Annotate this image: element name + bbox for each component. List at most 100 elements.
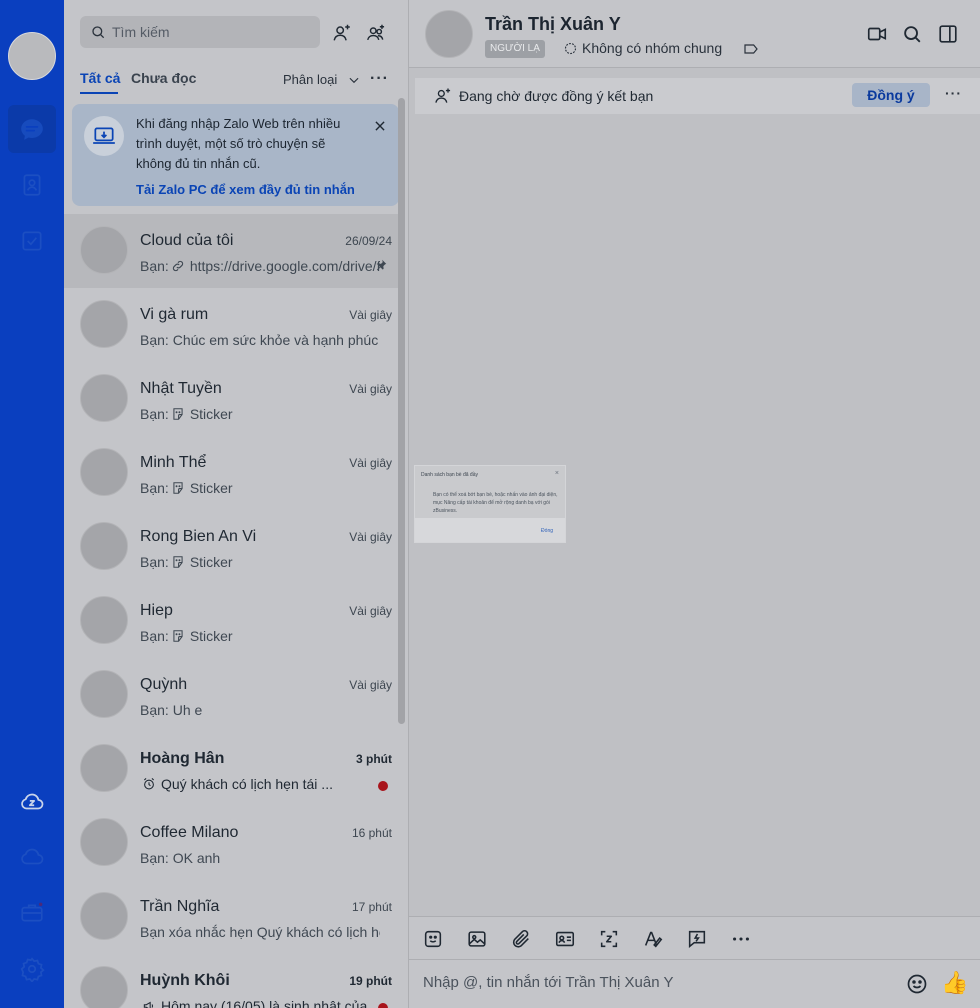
conversation-item[interactable]: Cloud của tôi 26/09/24 Bạn: https://driv… [64, 214, 400, 288]
preview-text: Bạn xóa nhắc hẹn Quý khách có lịch hẹn [140, 924, 380, 940]
conversation-scrollbar[interactable] [398, 98, 405, 724]
add-friend-button[interactable] [326, 17, 358, 49]
preview-prefix: Bạn: [140, 554, 169, 570]
format-text-button[interactable] [641, 927, 665, 951]
dialog-close-button[interactable]: Đóng [541, 528, 553, 534]
pending-more-button[interactable]: ··· [945, 85, 962, 101]
avatar [80, 966, 128, 1008]
group-icon [564, 42, 577, 54]
conversation-time: Vài giây [349, 456, 392, 470]
conversation-time: Vài giây [349, 604, 392, 618]
pin-icon [376, 259, 387, 271]
conversation-item[interactable]: Huỳnh Khôi 19 phút Hôm nay (16/05) là si… [64, 954, 400, 1008]
format-text-icon [644, 931, 663, 948]
conversation-time: 19 phút [349, 974, 392, 988]
common-group-info[interactable]: Không có nhóm chung [563, 40, 722, 56]
toolbox-nav-icon[interactable] [8, 889, 56, 937]
preview-prefix: Bạn: [140, 406, 169, 422]
multi-browser-notice: Khi đăng nhập Zalo Web trên nhiều trình … [72, 104, 399, 206]
emoji-icon[interactable] [905, 972, 929, 996]
download-pc-link[interactable]: Tải Zalo PC để xem đầy đủ tin nhắn [136, 182, 355, 197]
messages-nav-icon[interactable] [8, 105, 56, 153]
image-button[interactable] [465, 927, 489, 951]
search-box[interactable] [80, 16, 320, 48]
conversation-item[interactable]: Quỳnh Vài giây Bạn: Uh e [64, 658, 400, 732]
preview-prefix: Bạn: [140, 628, 169, 644]
tab-unread[interactable]: Chưa đọc [131, 70, 196, 86]
tag-icon[interactable] [743, 42, 759, 56]
accept-button[interactable]: Đồng ý [852, 83, 930, 107]
message-input[interactable] [423, 974, 893, 991]
conversation-name: Hiep [140, 602, 173, 619]
dialog-body: Bạn có thể xoá bớt bạn bè, hoặc nhấn vào… [433, 492, 558, 514]
conversation-item[interactable]: Rong Bien An Vi Vài giây Bạn: Sticker [64, 510, 400, 584]
conversation-name: Nhật Tuyền [140, 380, 222, 397]
avatar [80, 374, 128, 422]
notice-text: Khi đăng nhập Zalo Web trên nhiều trình … [136, 116, 341, 171]
dialog-close-icon[interactable]: × [555, 470, 559, 477]
conversation-item[interactable]: Vi gà rum Vài giây Bạn: Chúc em sức khỏe… [64, 288, 400, 362]
notice-close-button[interactable] [368, 114, 392, 138]
sticker-button[interactable] [421, 927, 445, 951]
cloud-nav-icon[interactable] [8, 833, 56, 881]
quick-message-button[interactable] [685, 927, 709, 951]
conversation-time: Vài giây [349, 678, 392, 692]
search-input[interactable] [112, 24, 312, 40]
conversation-preview: Hôm nay (16/05) là sinh nhật của [140, 998, 380, 1008]
conversation-name: Minh Thể [140, 454, 207, 471]
todo-nav-icon[interactable] [8, 217, 56, 265]
zcloud-nav-icon[interactable] [8, 778, 56, 826]
conversation-item[interactable]: Trần Nghĩa 17 phút Bạn xóa nhắc hẹn Quý … [64, 880, 400, 954]
conversation-item[interactable]: Hiep Vài giây Bạn: Sticker [64, 584, 400, 658]
conversation-item[interactable]: Hoàng Hân 3 phút Quý khách có lịch hẹn t… [64, 732, 400, 806]
avatar [80, 300, 128, 348]
pending-friend-icon [435, 88, 451, 103]
active-tab-indicator [80, 92, 118, 94]
conversation-time: 16 phút [351, 826, 392, 840]
conversation-item[interactable]: Coffee Milano 16 phút Bạn: OK anh [64, 806, 400, 880]
search-icon [92, 26, 105, 39]
screenshot-button[interactable] [597, 927, 621, 951]
contacts-nav-icon[interactable] [8, 161, 56, 209]
avatar [80, 596, 128, 644]
conversation-time: 17 phút [351, 900, 392, 914]
unread-dot [378, 1003, 388, 1008]
quick-like-button[interactable]: 👍 [941, 970, 968, 996]
image-icon [468, 931, 486, 947]
video-call-button[interactable] [865, 22, 889, 46]
conversation-item[interactable]: Minh Thể Vài giây Bạn: Sticker [64, 436, 400, 510]
conversation-item[interactable]: Nhật Tuyền Vài giây Bạn: Sticker [64, 362, 400, 436]
classify-dropdown[interactable]: Phân loại [283, 72, 361, 87]
pending-text: Đang chờ được đồng ý kết bạn [459, 88, 654, 104]
search-chat-button[interactable] [900, 22, 924, 46]
attach-button[interactable] [509, 927, 533, 951]
alarm-icon [143, 778, 155, 790]
unread-dot [378, 781, 388, 791]
composer-toolbar [409, 916, 980, 960]
conversation-name: Rong Bien An Vi [140, 528, 257, 545]
conversation-name: Cloud của tôi [140, 232, 234, 249]
more-tools-button[interactable] [729, 927, 753, 951]
conversation-preview: Bạn: OK anh [140, 850, 380, 866]
screenshot-icon [600, 930, 618, 948]
conversation-list: Cloud của tôi 26/09/24 Bạn: https://driv… [64, 214, 400, 1008]
video-call-icon [867, 27, 887, 41]
conversation-time: 26/09/24 [345, 234, 392, 248]
contact-name[interactable]: Trần Thị Xuân Y [485, 14, 621, 35]
filter-more-button[interactable]: ··· [370, 70, 389, 88]
toggle-info-button[interactable] [936, 22, 960, 46]
tab-all[interactable]: Tất cả [80, 70, 120, 86]
conversation-name: Vi gà rum [140, 306, 209, 323]
megaphone-icon [143, 1001, 154, 1008]
preview-text: Sticker [189, 480, 233, 496]
conversation-preview: Bạn: Chúc em sức khỏe và hạnh phúc [140, 332, 380, 348]
contact-avatar[interactable] [425, 10, 473, 58]
preview-text: Quý khách có lịch hẹn tái ... [161, 776, 333, 792]
add-friend-icon [333, 24, 350, 41]
user-avatar[interactable] [8, 32, 56, 80]
preview-prefix: Bạn: [140, 702, 169, 718]
create-group-button[interactable] [360, 17, 392, 49]
settings-nav-icon[interactable] [8, 945, 56, 993]
contact-card-button[interactable] [553, 927, 577, 951]
conversation-name: Huỳnh Khôi [140, 972, 230, 989]
